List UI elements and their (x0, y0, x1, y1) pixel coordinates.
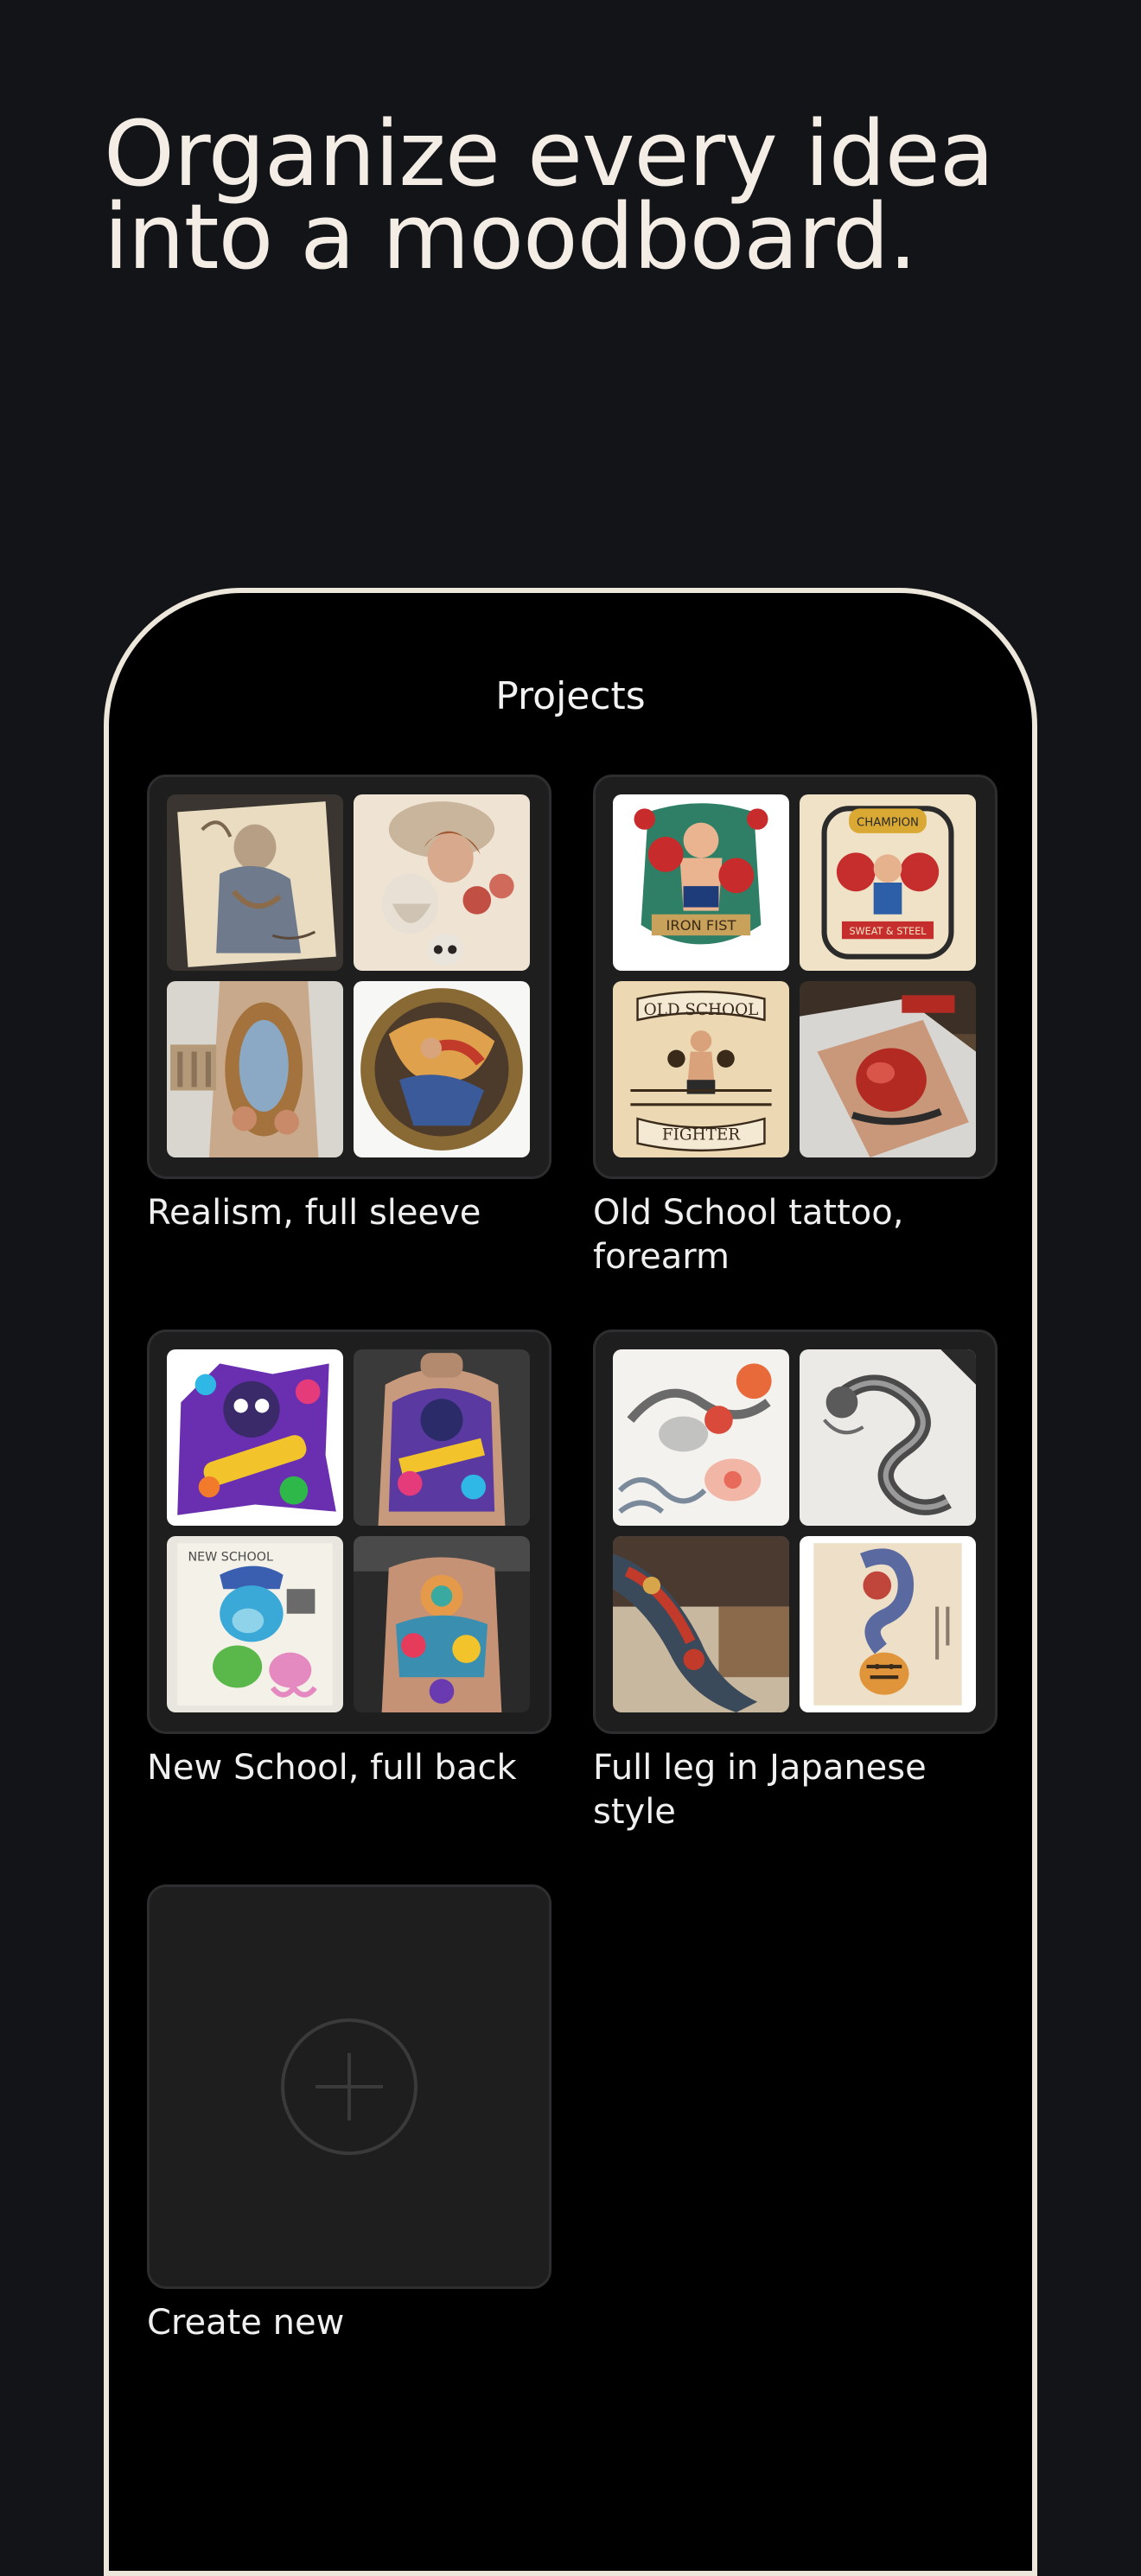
thumbnail-pencil-dragon (800, 1349, 976, 1526)
thumbnail-realism-sketch (167, 794, 343, 971)
phone-mockup: Projects Realism, full sleeve IRON FIST … (104, 588, 1037, 2576)
thumbnail-graffiti-gorilla (167, 1349, 343, 1526)
project-card-japanese[interactable] (593, 1329, 998, 1734)
thumbnail-champion-glove: CHAMPION SWEAT & STEEL (800, 794, 976, 971)
svg-text:FIGHTER: FIGHTER (662, 1126, 741, 1145)
svg-text:IRON FIST: IRON FIST (666, 917, 737, 934)
svg-text:CHAMPION: CHAMPION (857, 817, 919, 830)
thumbnail-new-school-back (354, 1349, 530, 1526)
thumbnail-realism-sculpture (354, 794, 530, 971)
project-name[interactable]: Old School tattoo, forearm (593, 1191, 998, 1279)
project-name[interactable]: Realism, full sleeve (147, 1191, 551, 1235)
thumbnail-realism-sleeve (167, 981, 343, 1157)
project-card-old-school[interactable]: IRON FIST CHAMPION SWEAT & STEEL OLD SCH… (593, 775, 998, 1179)
page-title: Projects (495, 674, 646, 718)
project-card-realism[interactable] (147, 775, 551, 1179)
thumbnail-old-school-fighter: OLD SCHOOL FIGHTER (613, 981, 789, 1157)
thumbnail-new-school-sketchbook: NEW SCHOOL (167, 1536, 343, 1712)
svg-text:OLD SCHOOL: OLD SCHOOL (644, 1001, 759, 1019)
thumbnail-dragon-waves (613, 1349, 789, 1526)
plus-circle-icon (281, 2018, 418, 2155)
create-new-label[interactable]: Create new (147, 2301, 551, 2345)
svg-text:SWEAT & STEEL: SWEAT & STEEL (849, 926, 927, 937)
thumbnail-dragon-tiger-scroll (800, 1536, 976, 1712)
thumbnail-colorful-back (354, 1536, 530, 1712)
project-name[interactable]: Full leg in Japanese style (593, 1746, 998, 1834)
project-card-new-school[interactable]: NEW SCHOOL (147, 1329, 551, 1734)
thumbnail-realism-ornament (354, 981, 530, 1157)
headline-line-2: into a moodboard. (104, 184, 917, 290)
headline: Organize every idea into a moodboard. (104, 101, 1072, 290)
headline-line-1: Organize every idea (104, 101, 994, 207)
thumbnail-glove-forearm (800, 981, 976, 1157)
thumbnail-japanese-leg (613, 1536, 789, 1712)
project-name[interactable]: New School, full back (147, 1746, 551, 1790)
create-new-button[interactable] (147, 1884, 551, 2289)
svg-text:NEW SCHOOL: NEW SCHOOL (188, 1551, 273, 1565)
thumbnail-iron-fist-boxer: IRON FIST (613, 794, 789, 971)
